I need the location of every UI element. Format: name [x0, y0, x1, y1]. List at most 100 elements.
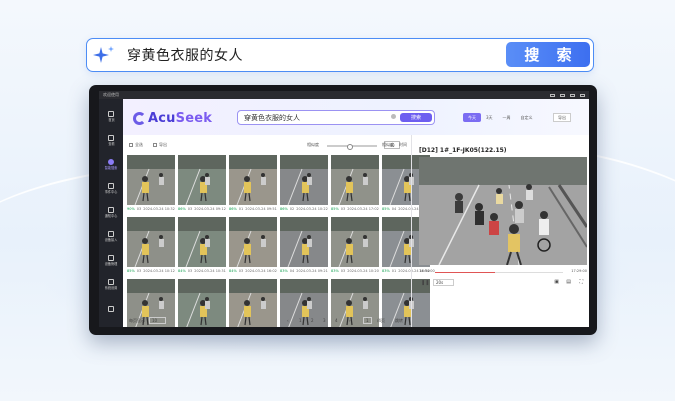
logo-mark-icon: [133, 112, 146, 125]
result-thumbnail[interactable]: [229, 217, 277, 267]
logo-text-main: Acu: [148, 111, 176, 126]
result-thumbnail[interactable]: [280, 155, 328, 205]
similarity-score: 86%: [280, 207, 288, 211]
sidebar-item-notify[interactable]: 通知中心: [99, 203, 123, 223]
camera-id: 04: [289, 269, 295, 273]
timeline-bar[interactable]: [435, 271, 563, 273]
select-all-checkbox[interactable]: 全选: [129, 142, 143, 148]
next-page-icon[interactable]: ›: [349, 318, 351, 323]
prev-page-icon[interactable]: ‹: [287, 318, 289, 323]
download-icon[interactable]: ▤: [566, 279, 571, 285]
logo-text-accent: Seek: [175, 111, 213, 126]
app-search-bar[interactable]: 穿黄色衣服的女人 搜索: [237, 110, 435, 125]
sidebar-item-settings[interactable]: 系统设置: [99, 275, 123, 295]
sidebar-item-device-manage[interactable]: 设备管理: [99, 251, 123, 271]
tab-today[interactable]: 今天: [463, 113, 481, 122]
app-search-input[interactable]: 穿黄色衣服的女人: [244, 113, 300, 123]
result-thumbnail[interactable]: [331, 155, 379, 205]
hero-search-button[interactable]: 搜 索: [506, 42, 590, 67]
checkbox-label: 全选: [135, 142, 143, 147]
camera-id: 04: [391, 207, 397, 211]
hero-search-bar[interactable]: 穿黄色衣服的女人 搜 索: [86, 38, 594, 72]
result-card[interactable]: 83% 03 2024-03-24 10:20: [331, 217, 379, 278]
sidebar-item-home[interactable]: 首页: [99, 107, 123, 127]
tab-custom[interactable]: 自定义: [516, 113, 538, 122]
time-end: 17:29:00: [571, 269, 587, 273]
capture-time: 2024-03-24 09:12: [194, 207, 226, 211]
result-thumbnail[interactable]: [178, 155, 226, 205]
page-1[interactable]: 1: [299, 318, 302, 323]
screenshot-icon[interactable]: ▣: [554, 279, 559, 285]
pause-icon[interactable]: ❚❚: [421, 280, 429, 286]
result-card[interactable]: 84% 03 2024-03-24 16:02: [229, 217, 277, 278]
result-thumbnail[interactable]: [127, 217, 175, 267]
result-thumbnail[interactable]: [331, 217, 379, 267]
sidebar-item-device[interactable]: 设备接入: [99, 227, 123, 247]
page-4[interactable]: 4: [335, 318, 338, 323]
result-card[interactable]: 90% 03 2024-03-24 10:32: [127, 155, 175, 216]
camera-id: 03: [136, 207, 142, 211]
result-card[interactable]: 84% 03 2024-03-24 10:31: [178, 217, 226, 278]
clear-icon[interactable]: [391, 114, 396, 119]
result-caption: 90% 03 2024-03-24 10:32: [127, 206, 175, 212]
total-pages: /4页: [377, 318, 385, 323]
acuseek-logo: AcuSeek: [133, 111, 212, 126]
monitor-icon: [570, 93, 575, 97]
result-card[interactable]: 85% 03 2024-03-24 17:02: [331, 155, 379, 216]
similarity-score: 85%: [382, 207, 390, 211]
export-button[interactable]: 导出: [553, 113, 571, 122]
result-card[interactable]: 86% 02 2024-03-24 10:22: [280, 155, 328, 216]
capture-time: 2024-03-24 10:22: [296, 207, 328, 211]
device-manage-icon: [108, 255, 114, 261]
similarity-score: 85%: [331, 207, 339, 211]
checkbox-label: 导出: [159, 142, 167, 147]
similarity-score: 84%: [178, 269, 186, 273]
similarity-score: 86%: [178, 207, 186, 211]
capture-time: 2024-03-24 17:02: [347, 207, 379, 211]
result-caption: 86% 03 2024-03-24 09:12: [178, 206, 226, 212]
video-timeline[interactable]: 14:54:00 17:29:00: [419, 269, 587, 275]
per-page-select[interactable]: 10: [149, 317, 167, 324]
sidebar-item-label: 设备接入: [104, 238, 118, 242]
video-player[interactable]: [419, 157, 587, 265]
sidebar-item-view[interactable]: 查看: [99, 131, 123, 151]
camera-id: 03: [340, 269, 346, 273]
similarity-score: 85%: [127, 269, 135, 273]
similarity-slider[interactable]: [327, 143, 377, 149]
window-icon: [560, 93, 565, 97]
sidebar-item-ai-search[interactable]: 智能搜索: [99, 155, 123, 175]
capture-time: 2024-03-24 09:51: [245, 207, 277, 211]
result-card[interactable]: 86% 03 2024-03-24 09:12: [178, 155, 226, 216]
page-3[interactable]: 3: [323, 318, 326, 323]
sort-time[interactable]: 时间: [399, 142, 407, 148]
sidebar-item-user[interactable]: [99, 299, 123, 319]
result-thumbnail[interactable]: [127, 155, 175, 205]
fullscreen-icon[interactable]: ⛶: [579, 279, 583, 285]
result-caption: 84% 03 2024-03-24 16:02: [229, 268, 277, 274]
hero-search-query[interactable]: 穿黄色衣服的女人: [127, 45, 243, 65]
similarity-score: 83%: [280, 269, 288, 273]
export-selected[interactable]: 导出: [153, 142, 167, 148]
jump-button[interactable]: 跳转: [395, 318, 403, 324]
sort-similarity[interactable]: 相似度: [382, 142, 394, 148]
app-search-button[interactable]: 搜索: [400, 113, 432, 122]
user-icon: [108, 305, 114, 312]
user-icon: [580, 93, 585, 97]
page-jump-input[interactable]: 1: [363, 317, 372, 324]
camera-id: 03: [187, 269, 193, 273]
tab-week[interactable]: 一周: [498, 113, 516, 122]
result-thumbnail[interactable]: [178, 217, 226, 267]
result-thumbnail[interactable]: [229, 155, 277, 205]
result-card[interactable]: 85% 03 2024-03-24 10:12: [127, 217, 175, 278]
result-caption: 84% 03 2024-03-24 10:31: [178, 268, 226, 274]
wifi-icon: [550, 93, 555, 97]
video-controls: ❚❚ 20s ▣ ▤ ⛶: [419, 279, 587, 289]
result-thumbnail[interactable]: [280, 217, 328, 267]
result-card[interactable]: 86% 01 2024-03-24 09:51: [229, 155, 277, 216]
speed-select[interactable]: 20s: [433, 279, 455, 286]
tab-3days[interactable]: 3天: [481, 113, 498, 122]
page-2[interactable]: 2: [311, 318, 314, 323]
capture-time: 2024-03-24 10:12: [143, 269, 175, 273]
sidebar-item-event[interactable]: 事件中心: [99, 179, 123, 199]
result-card[interactable]: 83% 04 2024-03-24 09:21: [280, 217, 328, 278]
